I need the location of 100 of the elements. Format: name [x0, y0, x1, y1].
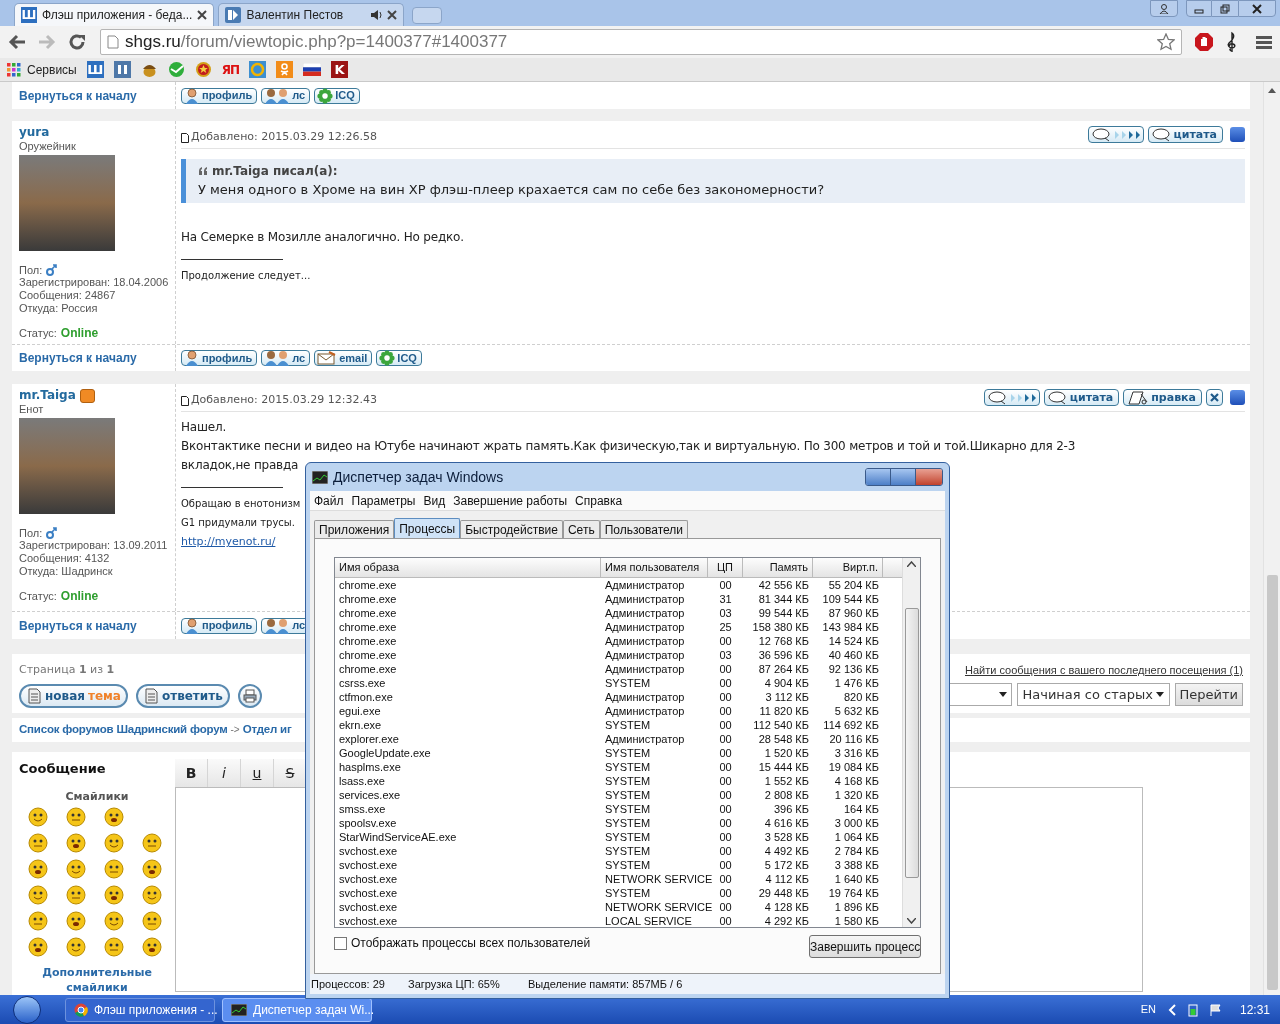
- smiley-icon[interactable]: [28, 937, 48, 957]
- restore-button[interactable]: [1212, 0, 1238, 17]
- scroll-up-icon[interactable]: [1268, 88, 1276, 93]
- bookmark-icon[interactable]: ЯП: [221, 60, 239, 79]
- scrollbar-thumb[interactable]: [904, 607, 919, 878]
- delete-button[interactable]: [1206, 389, 1223, 407]
- tab[interactable]: Сеть: [562, 520, 600, 538]
- smiley-icon[interactable]: [142, 859, 162, 879]
- battery-icon[interactable]: [1187, 1002, 1198, 1017]
- checkmark-circle-icon[interactable]: [167, 61, 185, 78]
- format-button[interactable]: B: [175, 759, 208, 787]
- maximize-button[interactable]: [891, 469, 916, 485]
- flag-icon[interactable]: [303, 63, 321, 76]
- smiley-icon[interactable]: [28, 859, 48, 879]
- column-header[interactable]: Имя образа: [335, 558, 601, 578]
- minimize-button[interactable]: [1186, 0, 1212, 17]
- stop-hand-icon[interactable]: [1194, 32, 1214, 52]
- chevron-icon[interactable]: [1167, 1003, 1176, 1016]
- close-icon[interactable]: [387, 10, 398, 20]
- profile-button[interactable]: профиль: [181, 87, 258, 104]
- smiley-icon[interactable]: [66, 937, 86, 957]
- scrollbar-thumb[interactable]: [1266, 575, 1278, 990]
- column-header[interactable]: Память: [743, 558, 813, 578]
- signature-link[interactable]: http://myenot.ru/: [181, 532, 276, 552]
- tab[interactable]: Быстродействие: [460, 520, 563, 538]
- breadcrumb-link[interactable]: Отдел иг: [242, 721, 292, 739]
- quote-forward-button[interactable]: [983, 389, 1040, 407]
- language-indicator[interactable]: EN: [1140, 1001, 1156, 1018]
- profile-button[interactable]: [1150, 0, 1178, 17]
- browser-tab[interactable]: Валентин Пестов: [218, 3, 405, 26]
- menu-item[interactable]: Параметры: [347, 491, 420, 510]
- go-button[interactable]: Перейти: [1174, 682, 1243, 706]
- format-button[interactable]: i: [208, 759, 241, 787]
- format-button[interactable]: u: [241, 759, 274, 787]
- edit-button[interactable]: правка: [1123, 389, 1202, 407]
- back-to-top-link[interactable]: Вернуться к началу: [19, 86, 137, 105]
- smiley-icon[interactable]: [28, 885, 48, 905]
- list-scrollbar[interactable]: [902, 558, 920, 927]
- checkbox[interactable]: [334, 936, 347, 950]
- address-bar[interactable]: shgs.ru/forum/viewtopic.php?p=1400377#1400377: [100, 29, 1182, 55]
- grid-icon[interactable]: [7, 62, 21, 77]
- flag-icon[interactable]: [1209, 1003, 1222, 1016]
- minimize-button[interactable]: [866, 469, 891, 485]
- message-button[interactable]: лс: [261, 350, 311, 367]
- profile-button[interactable]: профиль: [181, 617, 258, 634]
- quote-button[interactable]: цитата: [1147, 126, 1223, 144]
- start-button[interactable]: [13, 995, 41, 1024]
- column-header[interactable]: Имя пользователя: [601, 558, 708, 578]
- author-name[interactable]: yura: [19, 125, 50, 141]
- smiley-icon[interactable]: [142, 885, 162, 905]
- treble-clef-icon[interactable]: [1226, 31, 1238, 53]
- scroll-down-icon[interactable]: [907, 918, 916, 924]
- tab[interactable]: Приложения: [314, 520, 395, 538]
- author-name[interactable]: mr.Taiga: [19, 388, 76, 404]
- smiley-icon[interactable]: [104, 833, 124, 853]
- bookmark-icon[interactable]: Ш: [86, 61, 104, 78]
- close-icon[interactable]: [197, 10, 208, 20]
- tab[interactable]: Процессы: [394, 518, 461, 538]
- clock[interactable]: 12:31: [1239, 1000, 1270, 1019]
- breadcrumb-link[interactable]: Список форумов Шадринский форум: [19, 721, 228, 739]
- quote-button[interactable]: цитата: [1043, 389, 1120, 407]
- back-to-top-link[interactable]: Вернуться к началу: [19, 616, 137, 635]
- column-header[interactable]: Вирт.п.: [813, 558, 883, 578]
- smiley-icon[interactable]: [28, 807, 48, 827]
- smiley-icon[interactable]: [66, 833, 86, 853]
- more-smilies-link[interactable]: Дополнительные смайлики: [19, 965, 175, 995]
- star-icon[interactable]: [1157, 33, 1175, 51]
- new-topic-button[interactable]: новая тема: [19, 683, 128, 708]
- profile-button[interactable]: профиль: [181, 350, 258, 367]
- quote-forward-button[interactable]: [1087, 126, 1144, 144]
- icq-button[interactable]: ICQ: [376, 350, 422, 367]
- email-button[interactable]: email: [314, 350, 373, 367]
- star-badge-icon[interactable]: [194, 61, 212, 78]
- back-to-top-link[interactable]: Вернуться к началу: [19, 349, 137, 368]
- message-button[interactable]: лс: [261, 87, 311, 104]
- reload-icon[interactable]: [68, 33, 86, 51]
- print-button[interactable]: [237, 683, 262, 708]
- menu-item[interactable]: Вид: [419, 491, 450, 510]
- smiley-icon[interactable]: [104, 885, 124, 905]
- scroll-up-icon[interactable]: [907, 561, 916, 567]
- smiley-icon[interactable]: [104, 807, 124, 827]
- pause-icon[interactable]: [113, 61, 131, 78]
- sort-dropdown[interactable]: Начиная со старых: [1016, 682, 1170, 706]
- icq-button[interactable]: ICQ: [314, 87, 360, 104]
- format-button[interactable]: S: [274, 759, 307, 787]
- column-header[interactable]: ЦП: [708, 558, 743, 578]
- browser-tab[interactable]: Ш Флэш приложения - беда...: [14, 3, 215, 26]
- menu-item[interactable]: Завершение работы: [449, 491, 572, 510]
- close-button[interactable]: [1238, 0, 1276, 17]
- bookmark-label[interactable]: Сервисы: [27, 60, 77, 79]
- end-process-button[interactable]: Завершить процесс: [809, 935, 921, 958]
- tab[interactable]: Пользователи: [599, 520, 688, 538]
- bookmark-icon[interactable]: K: [331, 61, 348, 78]
- smiley-icon[interactable]: [66, 911, 86, 931]
- page-scrollbar[interactable]: [1263, 82, 1280, 995]
- smiley-icon[interactable]: [104, 911, 124, 931]
- find-posts-link[interactable]: Найти сообщения с вашего последнего посещения (1): [965, 662, 1243, 679]
- menu-item[interactable]: Файл: [310, 491, 348, 510]
- menu-icon[interactable]: [1256, 35, 1272, 49]
- smiley-icon[interactable]: [66, 859, 86, 879]
